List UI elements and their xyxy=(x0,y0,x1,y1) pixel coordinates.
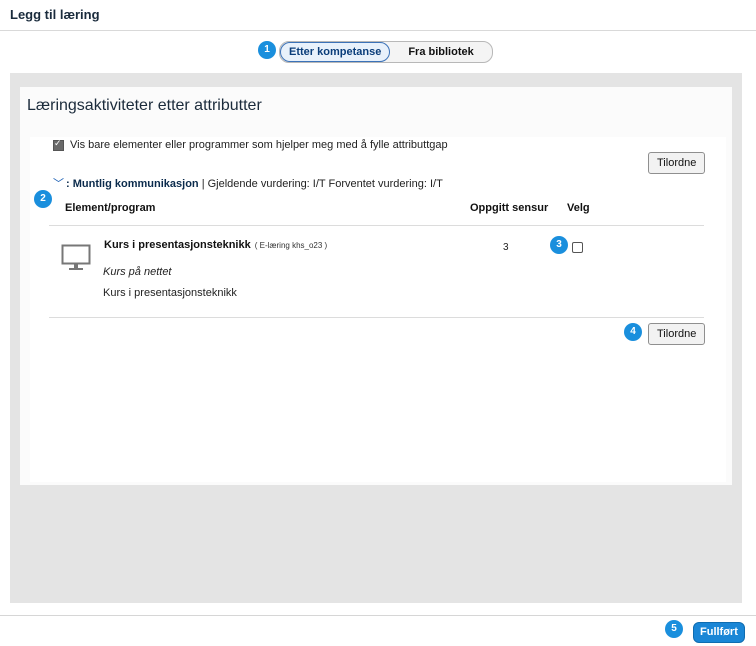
chevron-down-icon[interactable]: ﹀ xyxy=(53,178,64,190)
column-header-element: Element/program xyxy=(65,202,156,214)
step-badge-3: 3 xyxy=(550,236,568,254)
dialog-header: Legg til læring xyxy=(0,0,756,31)
item-description: Kurs i presentasjonsteknikk xyxy=(103,287,237,299)
item-subtitle: ( E-læring khs_o23 ) xyxy=(254,241,328,250)
dialog-title: Legg til læring xyxy=(10,7,100,22)
assign-button-top[interactable]: Tilordne xyxy=(648,152,706,174)
attribute-prefix: : xyxy=(66,178,70,190)
item-type: Kurs på nettet xyxy=(103,266,172,278)
select-checkbox[interactable] xyxy=(572,242,583,253)
item-title-text: Kurs i presentasjonsteknikk xyxy=(104,239,251,251)
filter-checkbox-label: Vis bare elementer eller programmer som … xyxy=(70,139,448,151)
panel-title: Læringsaktiviteter etter attributter xyxy=(27,97,262,114)
step-badge-4: 4 xyxy=(624,323,642,341)
filter-checkbox[interactable] xyxy=(53,138,64,151)
step-badge-5: 5 xyxy=(665,620,683,638)
column-header-velg: Velg xyxy=(567,202,590,214)
monitor-icon xyxy=(61,244,91,277)
column-header-sensur: Oppgitt sensur xyxy=(470,202,549,214)
attribute-details: | Gjeldende vurdering: I/T Forventet vur… xyxy=(201,178,443,190)
step-badge-2: 2 xyxy=(34,190,52,208)
done-button[interactable]: Fullført xyxy=(693,622,745,643)
attribute-group: ﹀: Muntlig kommunikasjon | Gjeldende vur… xyxy=(53,175,443,191)
step-badge-1: 1 xyxy=(258,41,276,59)
source-segmented-control: Etter kompetanse Fra bibliotek xyxy=(279,41,493,63)
footer-divider xyxy=(0,615,756,616)
row-divider xyxy=(49,317,704,318)
segment-etter-kompetanse[interactable]: Etter kompetanse xyxy=(280,42,391,62)
filter-row: Vis bare elementer eller programmer som … xyxy=(53,138,448,151)
item-sensur: 3 xyxy=(503,242,509,253)
attribute-name: Muntlig kommunikasjon xyxy=(72,178,199,190)
header-divider xyxy=(49,225,704,226)
item-title[interactable]: Kurs i presentasjonsteknikk( E-læring kh… xyxy=(104,239,327,251)
assign-button-bottom[interactable]: Tilordne xyxy=(648,323,706,345)
segment-fra-bibliotek[interactable]: Fra bibliotek xyxy=(390,42,491,62)
